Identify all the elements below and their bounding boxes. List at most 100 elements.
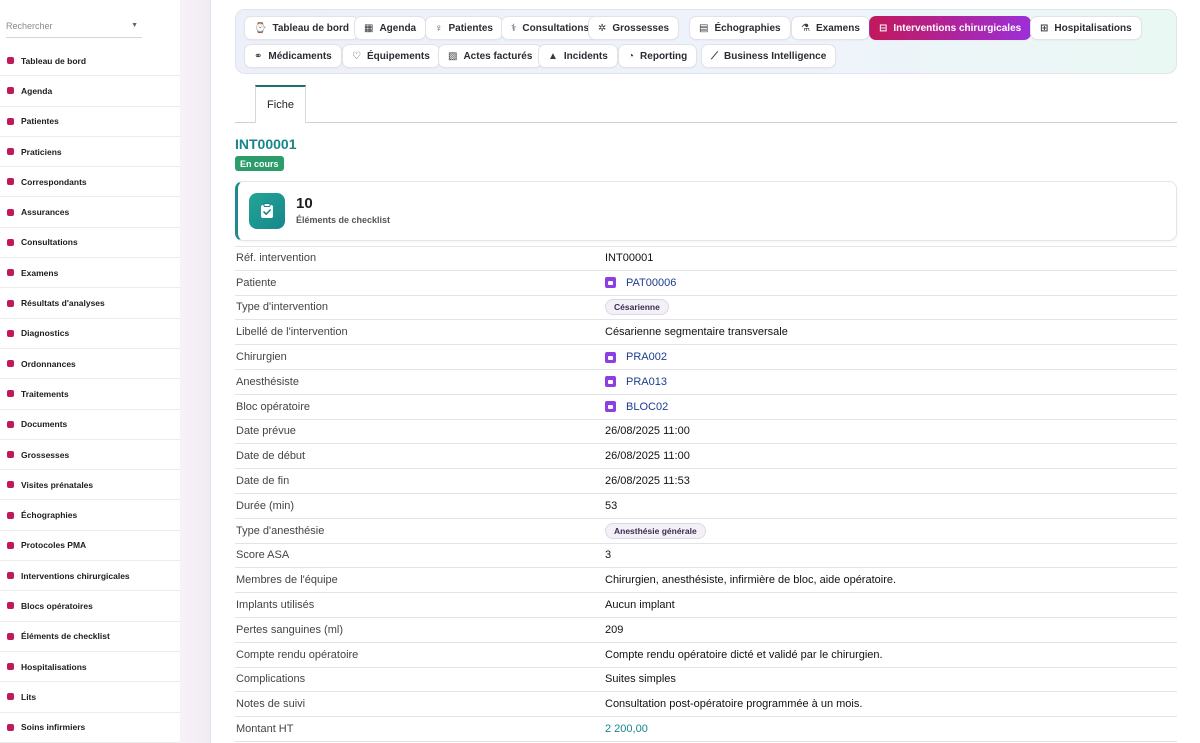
lab-results-icon <box>6 299 15 308</box>
sidebar-item-label: Blocs opératoires <box>21 600 93 611</box>
tab-label: Tableau de bord <box>272 22 349 34</box>
sidebar-item-correspondants[interactable]: Correspondants <box>0 167 180 198</box>
record-link[interactable]: PRA013 <box>626 376 667 388</box>
sidebar-nav: Tableau de bord Agenda Patientes Praticiens… <box>0 46 180 743</box>
field-label: Complications <box>236 673 306 686</box>
value-text: Consultation post-opératoire programmée … <box>605 698 863 711</box>
tab-consultations[interactable]: ⚕ Consultations <box>501 16 600 40</box>
sidebar-item-label: Soins infirmiers <box>21 722 86 733</box>
field-value: 53 <box>605 500 617 512</box>
search-input[interactable] <box>6 16 124 36</box>
tab-hospitalisations[interactable]: ⊞ Hospitalisations <box>1030 16 1142 40</box>
record-link-icon[interactable] <box>605 376 616 388</box>
sidebar-item-label: Praticiens <box>21 146 62 157</box>
record-link-icon[interactable] <box>605 351 616 363</box>
record-link[interactable]: PRA002 <box>626 351 667 363</box>
detail-row-chirurgien: Chirurgien PRA002 <box>235 345 1177 370</box>
sidebar-item-interventions-chirurgicales[interactable]: Interventions chirurgicales <box>0 561 180 592</box>
detail-row-bloc-operatoire: Bloc opératoire BLOC02 <box>235 395 1177 420</box>
sidebar-item-label: Examens <box>21 267 59 278</box>
sidebar-item-label: Éléments de checklist <box>21 631 110 642</box>
sidebar-item-tableau-de-bord[interactable]: Tableau de bord <box>0 46 180 77</box>
tab-icon: ◔ <box>628 50 635 62</box>
tab-label: Patientes <box>448 22 493 34</box>
sidebar-item-protocoles-pma[interactable]: Protocoles PMA <box>0 531 180 562</box>
tab-fiche[interactable]: Fiche <box>255 85 306 123</box>
tab-tableau-de-bord[interactable]: ⌚ Tableau de bord <box>244 16 359 40</box>
field-value: Césarienne <box>605 299 669 316</box>
detail-row-notes-de-suivi: Notes de suivi Consultation post-opératoi… <box>235 692 1177 718</box>
nursing-icon <box>6 723 15 732</box>
ultrasound-icon <box>6 511 15 520</box>
tab-label: Grossesses <box>612 22 670 34</box>
sidebar-item-label: Agenda <box>21 85 53 96</box>
sidebar-item-diagnostics[interactable]: Diagnostics <box>0 319 180 349</box>
field-value: 2 200,00 <box>605 723 648 735</box>
sidebar-item-resultats-d-analyses[interactable]: Résultats d'analyses <box>0 288 180 319</box>
sidebar-item-traitements[interactable]: Traitements <box>0 379 180 410</box>
baby-icon <box>6 450 15 459</box>
record-link[interactable]: BLOC02 <box>626 401 668 413</box>
sidebar-item-consultations[interactable]: Consultations <box>0 228 180 259</box>
field-label: Durée (min) <box>236 499 295 512</box>
detail-row-patiente: Patiente PAT00006 <box>235 271 1177 296</box>
field-label: Libellé de l'intervention <box>236 326 348 339</box>
sidebar-item-hospitalisations[interactable]: Hospitalisations <box>0 652 180 683</box>
checklist-icon <box>6 632 15 641</box>
record-link-icon[interactable] <box>605 401 616 413</box>
sidebar-item-patientes[interactable]: Patientes <box>0 107 180 137</box>
tab-patientes[interactable]: ♀ Patientes <box>425 16 503 40</box>
sidebar-item-documents[interactable]: Documents <box>0 410 180 440</box>
field-value[interactable]: BLOC02 <box>605 401 668 413</box>
tab-equipements[interactable]: ♡ Équipements <box>342 44 440 68</box>
bed-icon <box>6 692 15 701</box>
record-link[interactable]: PAT00006 <box>626 277 676 289</box>
value-text: Chirurgien, anesthésiste, infirmière de … <box>605 574 897 587</box>
sidebar-item-soins-infirmiers[interactable]: Soins infirmiers <box>0 713 180 743</box>
calendar-icon <box>6 86 15 95</box>
field-label: Bloc opératoire <box>236 400 310 413</box>
tab-agenda[interactable]: ▦ Agenda <box>354 16 427 40</box>
sidebar-item-blocs-operatoires[interactable]: Blocs opératoires <box>0 591 180 622</box>
sidebar-item-echographies[interactable]: Échographies <box>0 500 180 531</box>
field-label: Chirurgien <box>236 351 287 364</box>
tab-echographies[interactable]: ▤ Échographies <box>689 16 791 40</box>
field-label: Patiente <box>236 276 277 289</box>
value-text: Suites simples <box>605 673 676 686</box>
tab-grossesses[interactable]: ✲ Grossesses <box>588 16 680 40</box>
field-value[interactable]: PRA013 <box>605 376 667 388</box>
kpi-value: 10 <box>296 195 313 212</box>
field-label: Membres de l'équipe <box>236 574 338 587</box>
sidebar-item-ordonnances[interactable]: Ordonnances <box>0 349 180 380</box>
sidebar-item-label: Documents <box>21 419 68 430</box>
sidebar-item-praticiens[interactable]: Praticiens <box>0 137 180 168</box>
sidebar-item-elements-de-checklist[interactable]: Éléments de checklist <box>0 622 180 652</box>
sidebar-item-visites-prenatales[interactable]: Visites prénatales <box>0 470 180 501</box>
checklist-kpi-card[interactable]: 10 Éléments de checklist <box>235 181 1177 241</box>
tab-label: Agenda <box>379 22 417 34</box>
document-icon <box>6 420 15 429</box>
sidebar-item-assurances[interactable]: Assurances <box>0 197 180 228</box>
chevron-down-icon[interactable]: ▼ <box>131 22 138 29</box>
detail-row-montant-ht: Montant HT 2 200,00 <box>235 717 1177 742</box>
tab-medicaments[interactable]: ⚭ Médicaments <box>244 44 342 68</box>
sidebar-item-agenda[interactable]: Agenda <box>0 76 180 107</box>
tab-business-intelligence[interactable]: ⟋ Business Intelligence <box>701 44 837 68</box>
search-field[interactable]: ▼ <box>6 16 142 38</box>
tab-icon: ⊞ <box>1040 22 1049 34</box>
tab-examens[interactable]: ⚗ Examens <box>791 16 870 40</box>
tab-actes-factures[interactable]: ▧ Actes facturés <box>438 44 543 68</box>
sidebar: ▼ Tableau de bord Agenda Patientes Praticie… <box>0 0 180 743</box>
record-link-icon[interactable] <box>605 277 616 289</box>
tab-label: Équipements <box>366 50 430 62</box>
sidebar-item-grossesses[interactable]: Grossesses <box>0 440 180 471</box>
sidebar-item-lits[interactable]: Lits <box>0 682 180 713</box>
field-value: Suites simples <box>605 673 676 685</box>
sidebar-divider <box>180 0 211 743</box>
sidebar-item-examens[interactable]: Examens <box>0 258 180 289</box>
tab-interventions-chirurgicales[interactable]: ⊟ Interventions chirurgicales <box>869 16 1032 40</box>
field-value[interactable]: PAT00006 <box>605 277 676 289</box>
tab-incidents[interactable]: ▲ Incidents <box>538 44 618 68</box>
field-value[interactable]: PRA002 <box>605 351 667 363</box>
tab-reporting[interactable]: ◔ Reporting <box>618 44 698 68</box>
